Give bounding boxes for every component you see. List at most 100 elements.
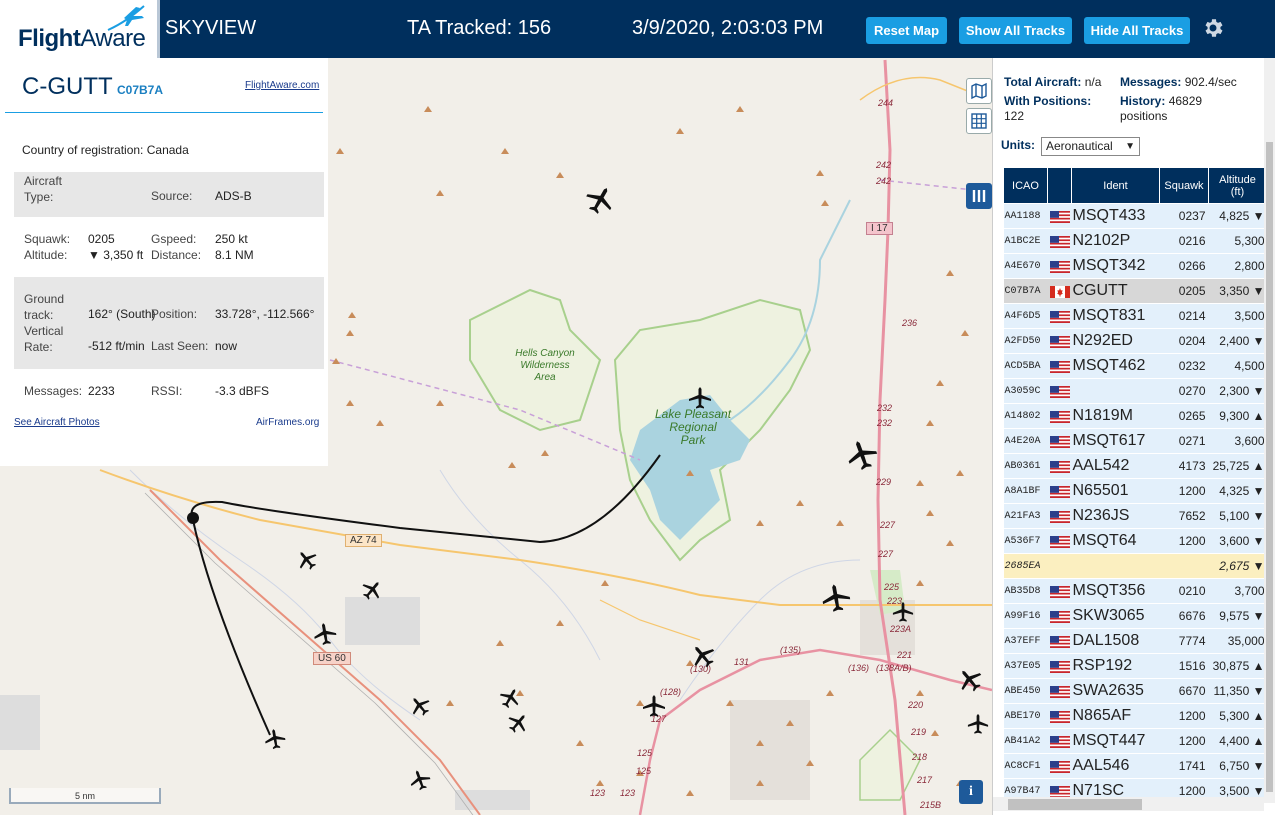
aircraft-marker-icon[interactable] [967,713,989,735]
table-row[interactable]: A14802 N1819M 0265 9,300 ▲ [1003,403,1267,429]
cell-icao: A21FA3 [1003,503,1048,529]
table-row[interactable]: A2FD50 N292ED 0204 2,400 ▼ [1003,328,1267,354]
sidebar-toggle-button[interactable] [966,183,992,209]
col-icao[interactable]: ICAO [1003,167,1048,204]
flightaware-logo[interactable]: FlightAware [0,0,160,58]
road-number-label: 242 [876,176,892,186]
detail-divider [5,112,323,113]
position-value: 33.728°, -112.566° [215,307,315,321]
road-number-label: 227 [878,549,894,559]
cell-icao: AB35D8 [1003,578,1048,604]
altitude-value: ▼ 3,350 ft [88,248,144,262]
col-ident[interactable]: Ident [1071,167,1160,204]
cell-squawk: 0270 [1159,378,1209,404]
aircraft-marker-icon[interactable] [819,581,854,616]
aircraft-table-body: AA1188 MSQT433 0237 4,825 ▼ A1BC2E N2102P 0216… [1003,203,1267,804]
units-select[interactable]: Aeronautical ▼ [1041,137,1140,156]
aircraft-photos-link[interactable]: See Aircraft Photos [14,417,100,428]
cell-flag [1047,528,1072,554]
cell-flag [1047,428,1072,454]
cell-altitude: 2,800 [1208,253,1267,279]
table-row[interactable]: ABE450 SWA2635 6670 11,350 ▼ [1003,678,1267,704]
map-layers-button[interactable] [966,78,992,104]
cell-ident: N65501 [1071,478,1160,504]
table-row[interactable]: A1BC2E N2102P 0216 5,300 [1003,228,1267,254]
aircraft-marker-icon[interactable] [688,386,712,410]
table-row[interactable]: ABE170 N865AF 1200 5,300 ▲ [1003,703,1267,729]
road-number-label: 229 [876,477,892,487]
table-row[interactable]: A4E670 MSQT342 0266 2,800 [1003,253,1267,279]
aircraft-marker-icon[interactable] [892,601,914,623]
reset-map-button[interactable]: Reset Map [866,17,947,44]
skyview-app: FlightAware SKYVIEW TA Tracked: 156 3/9/… [0,0,1275,815]
last-seen-value: now [215,339,238,353]
table-row[interactable]: AA1188 MSQT433 0237 4,825 ▼ [1003,203,1267,229]
table-row[interactable]: A37E05 RSP192 1516 30,875 ▲ [1003,653,1267,679]
table-row[interactable]: AC8CF1 AAL546 1741 6,750 ▼ [1003,753,1267,779]
table-row[interactable]: A8A1BF N65501 1200 4,325 ▼ [1003,478,1267,504]
track-position-band: Ground track: 162° (South) Position: 33.… [14,277,324,369]
aircraft-marker-icon[interactable] [262,726,287,751]
road-number-label: 225 [884,582,900,592]
cell-flag [1047,478,1072,504]
with-positions-value: 122 [1004,109,1025,123]
track-origin-dot[interactable] [187,512,199,524]
gear-icon[interactable] [1201,16,1225,40]
table-row[interactable]: C07B7A CGUTT 0205 3,350 ▼ [1003,278,1267,304]
aircraft-marker-icon[interactable] [311,620,339,648]
table-row[interactable]: AB41A2 MSQT447 1200 4,400 ▲ [1003,728,1267,754]
table-row[interactable]: AB35D8 MSQT356 0210 3,700 [1003,578,1267,604]
cell-squawk: 0265 [1159,403,1209,429]
table-row[interactable]: A4E20A MSQT617 0271 3,600 [1003,428,1267,454]
show-all-tracks-button[interactable]: Show All Tracks [959,17,1072,44]
road-number-label: 236 [902,318,918,328]
road-number-label: (138A/B) [876,663,912,673]
aircraft-marker-icon[interactable] [642,694,666,718]
top-header: FlightAware SKYVIEW TA Tracked: 156 3/9/… [0,0,1275,58]
cell-altitude: 3,600 [1208,428,1267,454]
vertical-scrollbar-thumb[interactable] [1266,142,1273,792]
total-aircraft-label: Total Aircraft: [1004,75,1082,89]
cell-squawk: 1200 [1159,728,1209,754]
table-row[interactable]: A37EFF DAL1508 7774 35,000 [1003,628,1267,654]
type-source-band: Aircraft Type: Source: ADS-B [14,172,324,217]
label-line: Park [680,433,706,447]
table-row[interactable]: 2685EA 2,675 ▼ [1003,553,1267,579]
history-stat: History: 46829 positions [1120,94,1270,124]
road-number-label: 123 [620,788,636,798]
col-squawk[interactable]: Squawk [1159,167,1209,204]
cell-icao: AC8CF1 [1003,753,1048,779]
us-flag-icon [1049,585,1070,598]
table-row[interactable]: A3059C 0270 2,300 ▼ [1003,378,1267,404]
table-row[interactable]: A21FA3 N236JS 7652 5,100 ▼ [1003,503,1267,529]
label-line: Hells Canyon [515,348,575,359]
dropdown-arrow-icon: ▼ [1125,141,1135,152]
table-row[interactable]: ACD5BA MSQT462 0232 4,500 [1003,353,1267,379]
table-row[interactable]: AB0361 AAL542 4173 25,725 ▲ [1003,453,1267,479]
table-row[interactable]: A99F16 SKW3065 6676 9,575 ▼ [1003,603,1267,629]
airframes-link[interactable]: AirFrames.org [256,417,319,428]
cell-squawk: 1200 [1159,703,1209,729]
cell-squawk: 0210 [1159,578,1209,604]
cell-ident: MSQT64 [1071,528,1160,554]
flightaware-link[interactable]: FlightAware.com [245,80,319,91]
units-value: Aeronautical [1046,139,1113,153]
info-button[interactable]: i [959,780,983,804]
hide-all-tracks-button[interactable]: Hide All Tracks [1084,17,1190,44]
cell-altitude: 3,600 ▼ [1208,528,1267,554]
table-row[interactable]: A536F7 MSQT64 1200 3,600 ▼ [1003,528,1267,554]
cell-ident: N292ED [1071,328,1160,354]
grid-toggle-button[interactable] [966,108,992,134]
logo-text-bold: Flight [18,25,81,52]
i17-shield: I 17 [866,222,893,235]
col-altitude[interactable]: Altitude (ft) [1208,167,1267,204]
table-row[interactable]: A4F6D5 MSQT831 0214 3,500 [1003,303,1267,329]
az74-road [99,469,992,606]
messages-stat: Messages: 902.4/sec [1120,75,1237,89]
cell-flag [1047,303,1072,329]
cell-icao: AB41A2 [1003,728,1048,754]
cell-flag [1047,603,1072,629]
cell-ident [1071,378,1160,404]
horizontal-scrollbar-thumb[interactable] [1008,799,1142,810]
col-flag[interactable] [1047,167,1072,204]
